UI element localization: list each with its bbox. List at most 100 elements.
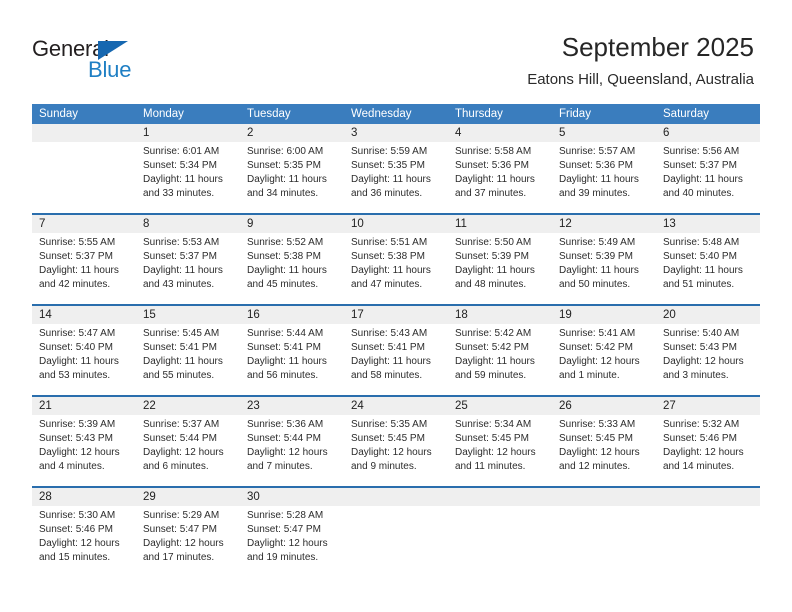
sunset-text: Sunset: 5:43 PM [39,433,113,444]
day-cell-empty [656,488,760,577]
day-number: 9 [240,215,344,233]
day-cell[interactable]: 9 Sunrise: 5:52 AM Sunset: 5:38 PM Daylight… [240,215,344,304]
sunset-text: Sunset: 5:35 PM [351,160,425,171]
daylight-text-line1: Daylight: 11 hours [247,356,327,367]
sunrise-text: Sunrise: 5:35 AM [351,419,428,430]
page-header: General Blue September 2025 Eatons Hill,… [0,0,792,104]
day-number: 19 [552,306,656,324]
day-number: 2 [240,124,344,142]
day-cell[interactable]: 17 Sunrise: 5:43 AM Sunset: 5:41 PM Dayligh… [344,306,448,395]
day-cell[interactable]: 2 Sunrise: 6:00 AM Sunset: 5:35 PM Daylight… [240,124,344,213]
day-cell[interactable]: 7 Sunrise: 5:55 AM Sunset: 5:37 PM Daylight… [32,215,136,304]
sunset-text: Sunset: 5:37 PM [143,251,217,262]
daylight-text-line1: Daylight: 11 hours [39,356,119,367]
day-cell[interactable]: 3 Sunrise: 5:59 AM Sunset: 5:35 PM Daylight… [344,124,448,213]
day-cell[interactable]: 18 Sunrise: 5:42 AM Sunset: 5:42 PM Dayligh… [448,306,552,395]
daylight-text-line2: and 9 minutes. [351,461,417,472]
daylight-text-line2: and 48 minutes. [455,279,527,290]
sunrise-text: Sunrise: 5:39 AM [39,419,116,430]
day-number: 15 [136,306,240,324]
daylight-text-line2: and 34 minutes. [247,188,319,199]
day-details: Sunrise: 5:51 AM Sunset: 5:38 PM Daylight:… [344,233,448,292]
day-cell[interactable]: 16 Sunrise: 5:44 AM Sunset: 5:41 PM Dayligh… [240,306,344,395]
day-details: Sunrise: 5:47 AM Sunset: 5:40 PM Daylight:… [32,324,136,383]
day-cell[interactable]: 15 Sunrise: 5:45 AM Sunset: 5:41 PM Dayligh… [136,306,240,395]
day-cell[interactable]: 1 Sunrise: 6:01 AM Sunset: 5:34 PM Daylight… [136,124,240,213]
day-number: 7 [32,215,136,233]
day-details: Sunrise: 5:29 AM Sunset: 5:47 PM Daylight:… [136,506,240,565]
sunrise-text: Sunrise: 5:48 AM [663,237,740,248]
day-details: Sunrise: 5:35 AM Sunset: 5:45 PM Daylight:… [344,415,448,474]
sunset-text: Sunset: 5:40 PM [663,251,737,262]
calendar-page: General Blue September 2025 Eatons Hill,… [0,0,792,612]
daylight-text-line1: Daylight: 11 hours [455,265,535,276]
day-details: Sunrise: 5:43 AM Sunset: 5:41 PM Daylight:… [344,324,448,383]
day-details: Sunrise: 6:01 AM Sunset: 5:34 PM Daylight:… [136,142,240,201]
day-cell-empty [344,488,448,577]
daylight-text-line2: and 14 minutes. [663,461,735,472]
day-cell[interactable]: 23 Sunrise: 5:36 AM Sunset: 5:44 PM Dayligh… [240,397,344,486]
sunrise-text: Sunrise: 6:01 AM [143,146,220,157]
day-cell[interactable]: 22 Sunrise: 5:37 AM Sunset: 5:44 PM Dayligh… [136,397,240,486]
day-cell[interactable]: 26 Sunrise: 5:33 AM Sunset: 5:45 PM Dayligh… [552,397,656,486]
day-number: 16 [240,306,344,324]
daylight-text-line1: Daylight: 12 hours [663,356,744,367]
daylight-text-line1: Daylight: 11 hours [351,174,431,185]
day-details: Sunrise: 5:36 AM Sunset: 5:44 PM Daylight:… [240,415,344,474]
day-cell[interactable]: 28 Sunrise: 5:30 AM Sunset: 5:46 PM Dayligh… [32,488,136,577]
sunrise-text: Sunrise: 5:37 AM [143,419,220,430]
daylight-text-line1: Daylight: 11 hours [351,265,431,276]
weekday-header-row: Sunday Monday Tuesday Wednesday Thursday… [32,104,760,124]
daylight-text-line1: Daylight: 12 hours [143,447,224,458]
day-number: 4 [448,124,552,142]
sunrise-text: Sunrise: 5:40 AM [663,328,740,339]
day-cell[interactable]: 29 Sunrise: 5:29 AM Sunset: 5:47 PM Dayligh… [136,488,240,577]
day-number: 14 [32,306,136,324]
day-number: 27 [656,397,760,415]
weekday-header-friday: Friday [559,108,591,120]
day-cell[interactable]: 20 Sunrise: 5:40 AM Sunset: 5:43 PM Dayligh… [656,306,760,395]
day-cell[interactable]: 25 Sunrise: 5:34 AM Sunset: 5:45 PM Dayligh… [448,397,552,486]
day-details: Sunrise: 5:30 AM Sunset: 5:46 PM Daylight:… [32,506,136,565]
day-cell[interactable]: 4 Sunrise: 5:58 AM Sunset: 5:36 PM Daylight… [448,124,552,213]
day-details: Sunrise: 5:39 AM Sunset: 5:43 PM Daylight:… [32,415,136,474]
daylight-text-line1: Daylight: 12 hours [39,447,120,458]
sunset-text: Sunset: 5:46 PM [663,433,737,444]
sunrise-text: Sunrise: 5:58 AM [455,146,532,157]
day-details: Sunrise: 5:52 AM Sunset: 5:38 PM Daylight:… [240,233,344,292]
day-details: Sunrise: 5:33 AM Sunset: 5:45 PM Daylight:… [552,415,656,474]
sunrise-text: Sunrise: 5:59 AM [351,146,428,157]
daylight-text-line1: Daylight: 12 hours [143,538,224,549]
daylight-text-line1: Daylight: 11 hours [247,265,327,276]
daylight-text-line2: and 3 minutes. [663,370,729,381]
day-cell[interactable]: 24 Sunrise: 5:35 AM Sunset: 5:45 PM Dayligh… [344,397,448,486]
day-cell[interactable]: 10 Sunrise: 5:51 AM Sunset: 5:38 PM Dayligh… [344,215,448,304]
day-cell[interactable]: 5 Sunrise: 5:57 AM Sunset: 5:36 PM Daylight… [552,124,656,213]
daylight-text-line2: and 58 minutes. [351,370,423,381]
day-details: Sunrise: 5:28 AM Sunset: 5:47 PM Daylight:… [240,506,344,565]
sunrise-text: Sunrise: 5:28 AM [247,510,324,521]
day-cell[interactable]: 27 Sunrise: 5:32 AM Sunset: 5:46 PM Dayligh… [656,397,760,486]
daylight-text-line2: and 6 minutes. [143,461,209,472]
sunset-text: Sunset: 5:44 PM [247,433,321,444]
day-cell-empty [448,488,552,577]
daylight-text-line1: Daylight: 12 hours [663,447,744,458]
sunset-text: Sunset: 5:35 PM [247,160,321,171]
day-number: 29 [136,488,240,506]
day-cell[interactable]: 11 Sunrise: 5:50 AM Sunset: 5:39 PM Dayligh… [448,215,552,304]
day-cell[interactable]: 8 Sunrise: 5:53 AM Sunset: 5:37 PM Daylight… [136,215,240,304]
general-blue-logo[interactable]: General Blue [32,36,192,88]
daylight-text-line1: Daylight: 12 hours [559,356,640,367]
day-cell[interactable]: 30 Sunrise: 5:28 AM Sunset: 5:47 PM Dayligh… [240,488,344,577]
day-cell[interactable]: 6 Sunrise: 5:56 AM Sunset: 5:37 PM Daylight… [656,124,760,213]
weekday-header-tuesday: Tuesday [247,108,291,120]
day-cell[interactable]: 14 Sunrise: 5:47 AM Sunset: 5:40 PM Dayligh… [32,306,136,395]
day-details: Sunrise: 5:57 AM Sunset: 5:36 PM Daylight:… [552,142,656,201]
day-cell[interactable]: 21 Sunrise: 5:39 AM Sunset: 5:43 PM Dayligh… [32,397,136,486]
day-cell[interactable]: 13 Sunrise: 5:48 AM Sunset: 5:40 PM Dayligh… [656,215,760,304]
day-details: Sunrise: 5:32 AM Sunset: 5:46 PM Daylight:… [656,415,760,474]
weekday-header-wednesday: Wednesday [351,108,412,120]
week-row: 14 Sunrise: 5:47 AM Sunset: 5:40 PM Dayligh… [32,304,760,395]
day-cell[interactable]: 12 Sunrise: 5:49 AM Sunset: 5:39 PM Dayligh… [552,215,656,304]
day-cell[interactable]: 19 Sunrise: 5:41 AM Sunset: 5:42 PM Dayligh… [552,306,656,395]
